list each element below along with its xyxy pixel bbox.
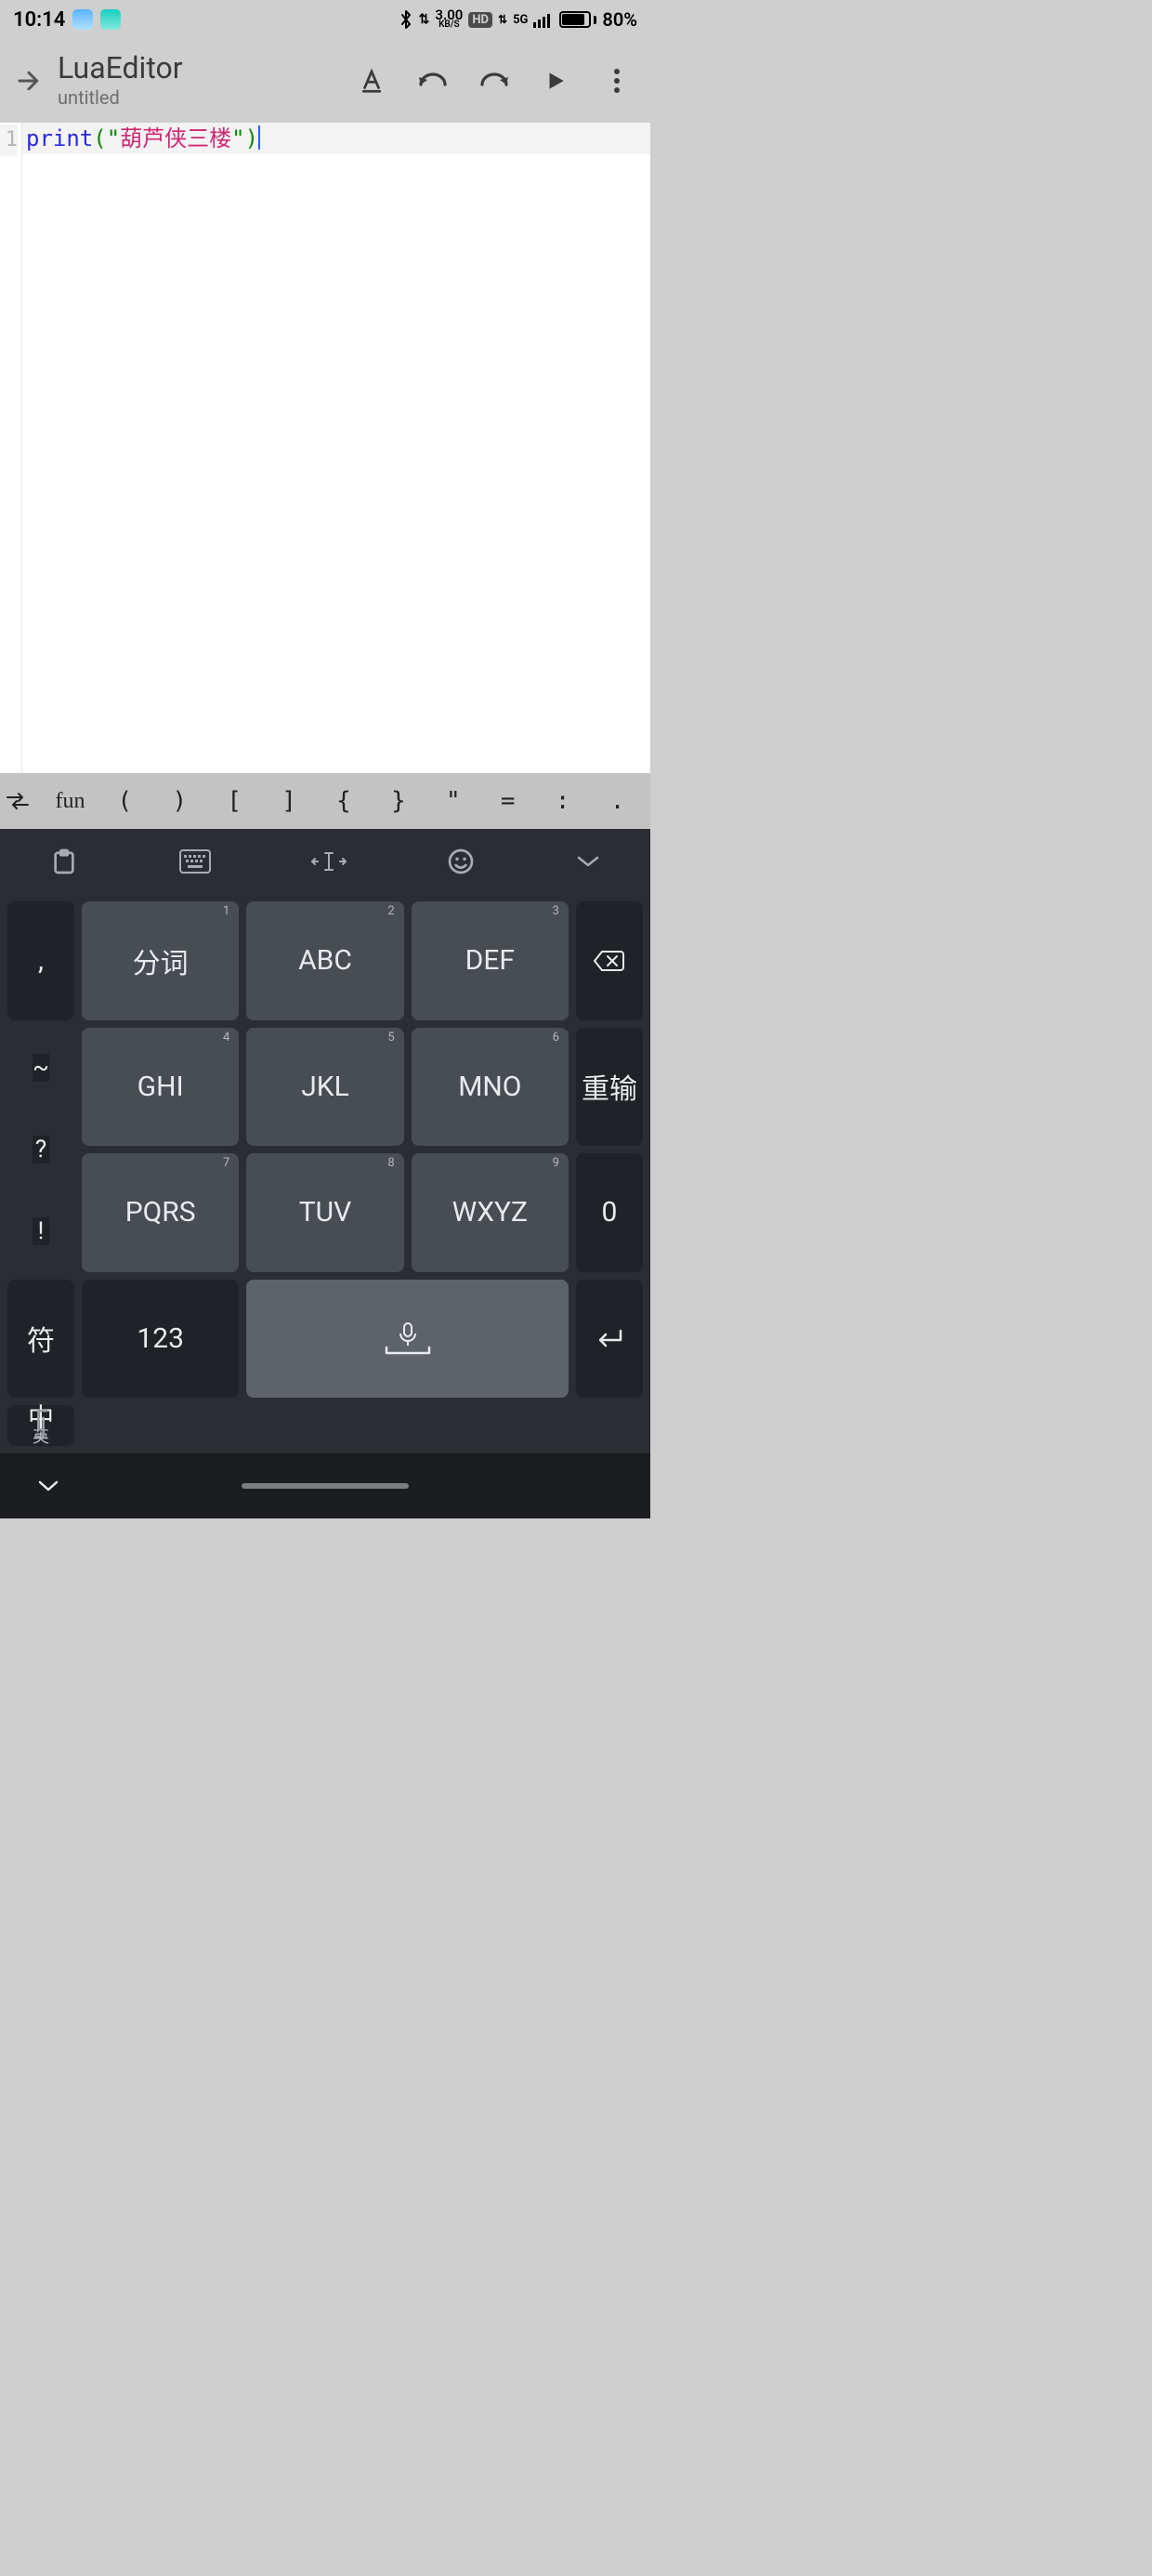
enter-icon	[593, 1327, 626, 1349]
token-lparen: (	[93, 125, 106, 151]
key-jkl[interactable]: 5JKL	[246, 1028, 403, 1147]
key-mno[interactable]: 6MNO	[412, 1028, 569, 1147]
code-area[interactable]: print("葫芦侠三楼")	[22, 123, 650, 773]
line-gutter: 1	[0, 123, 22, 773]
key-abc[interactable]: 2ABC	[246, 901, 403, 1020]
battery-pct: 80%	[602, 8, 637, 31]
system-nav-bar	[0, 1453, 650, 1518]
code-line[interactable]: print("葫芦侠三楼")	[22, 123, 650, 154]
cursor-move-button[interactable]	[310, 848, 347, 874]
symbol-toolbar: fun ( ) [ ] { } " = : .	[0, 773, 650, 829]
running-app-icon	[100, 9, 121, 30]
soft-keyboard: , 1分词 2ABC 3DEF ~ ? ! 4GHI 5JKL 6MNO 重输 …	[0, 829, 650, 1453]
clipboard-button[interactable]	[49, 847, 79, 876]
app-title: LuaEditor	[58, 53, 183, 85]
weather-app-icon	[72, 9, 93, 30]
backspace-icon	[593, 949, 626, 973]
sym-lbrace[interactable]: {	[317, 787, 372, 815]
app-subtitle: untitled	[58, 86, 183, 109]
token-quote-close: "	[231, 125, 244, 151]
key-def[interactable]: 3DEF	[412, 901, 569, 1020]
text-caret	[258, 125, 260, 150]
key-wxyz[interactable]: 9WXYZ	[412, 1153, 569, 1272]
token-rparen: )	[245, 125, 258, 151]
hd-badge: HD	[468, 12, 492, 28]
gesture-handle[interactable]	[242, 1483, 409, 1489]
key-ghi[interactable]: 4GHI	[82, 1028, 239, 1147]
sym-dot[interactable]: .	[590, 787, 645, 815]
collapse-keyboard-button[interactable]	[575, 853, 601, 870]
code-editor[interactable]: 1 print("葫芦侠三楼")	[0, 123, 650, 773]
key-comma[interactable]: ,	[7, 901, 74, 1020]
key-enter[interactable]	[576, 1280, 643, 1399]
battery-icon	[559, 11, 596, 28]
key-tilde[interactable]: ~	[33, 1054, 49, 1082]
status-time: 10:14	[13, 8, 65, 32]
key-lang-switch[interactable]: 「 中 英 」	[7, 1405, 74, 1446]
sym-rbrack[interactable]: ]	[262, 787, 317, 815]
sym-equals[interactable]: =	[480, 787, 535, 815]
sym-lbrack[interactable]: [	[207, 787, 262, 815]
updown-small-icon: ⇅	[498, 13, 507, 26]
app-bar: LuaEditor untitled	[0, 39, 650, 123]
mic-space-icon	[375, 1320, 440, 1357]
token-string: 葫芦侠三楼	[120, 125, 231, 151]
net-gen: 5G	[513, 13, 528, 27]
signal-icon	[533, 11, 554, 28]
run-button[interactable]	[539, 64, 572, 98]
sym-dquote[interactable]: "	[425, 787, 480, 815]
key-symbols[interactable]: 符	[7, 1280, 74, 1399]
text-style-button[interactable]	[355, 64, 388, 98]
key-numbers[interactable]: 123	[82, 1280, 239, 1399]
bluetooth-icon	[399, 9, 413, 30]
key-backspace[interactable]	[576, 901, 643, 1020]
sym-colon[interactable]: :	[535, 787, 590, 815]
sym-fun[interactable]: fun	[43, 789, 98, 814]
undo-button[interactable]	[416, 64, 450, 98]
drawer-button[interactable]	[7, 64, 50, 98]
line-number: 1	[0, 125, 18, 156]
updown-icon: ⇅	[419, 12, 430, 27]
nav-expand-button[interactable]	[37, 1479, 59, 1493]
sym-lparen[interactable]: (	[98, 787, 152, 815]
keyboard-top-row	[0, 829, 650, 894]
sym-rbrace[interactable]: }	[371, 787, 425, 815]
status-bar: 10:14 ⇅ 3.00 KB/S HD ⇅ 5G 80%	[0, 0, 650, 39]
key-voice-space[interactable]	[246, 1280, 569, 1399]
key-reinput[interactable]: 重输	[576, 1028, 643, 1147]
redo-button[interactable]	[478, 64, 511, 98]
key-fenci[interactable]: 1分词	[82, 901, 239, 1020]
emoji-button[interactable]	[446, 847, 476, 876]
sym-rparen[interactable]: )	[152, 787, 207, 815]
side-punct-column: ~ ? !	[7, 1028, 74, 1272]
token-function: print	[26, 125, 93, 151]
keyboard-layout-button[interactable]	[178, 848, 212, 874]
key-tuv[interactable]: 8TUV	[246, 1153, 403, 1272]
tab-swap-button[interactable]	[6, 792, 43, 810]
overflow-menu-button[interactable]	[600, 64, 634, 98]
key-pqrs[interactable]: 7PQRS	[82, 1153, 239, 1272]
net-unit: KB/S	[439, 21, 460, 30]
key-qmark[interactable]: ?	[33, 1136, 49, 1163]
token-quote-open: "	[107, 125, 120, 151]
key-excl[interactable]: !	[33, 1217, 49, 1245]
key-zero[interactable]: 0	[576, 1153, 643, 1272]
